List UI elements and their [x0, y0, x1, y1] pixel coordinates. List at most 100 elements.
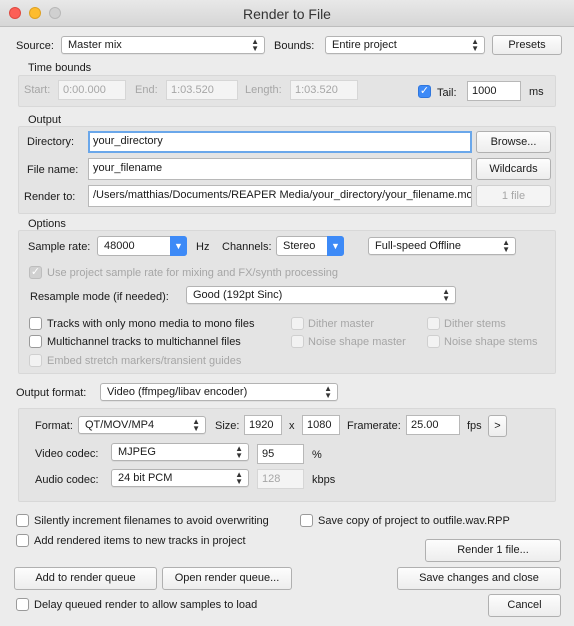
dither-stems-checkbox[interactable]: [427, 317, 440, 330]
directory-field[interactable]: your_directory: [88, 131, 472, 153]
hz-label: Hz: [196, 241, 210, 253]
cancel-button[interactable]: Cancel: [488, 594, 561, 617]
percent-label: %: [312, 449, 322, 461]
kbps-field[interactable]: 128: [257, 469, 304, 489]
size-label: Size:: [215, 420, 240, 432]
framerate-field[interactable]: 25.00: [406, 415, 460, 435]
add-to-queue-button[interactable]: Add to render queue: [14, 567, 157, 590]
end-label: End:: [135, 84, 158, 96]
format-label: Format:: [35, 420, 73, 432]
start-label: Start:: [24, 84, 51, 96]
noise-master-label: Noise shape master: [308, 336, 406, 348]
mono-checkbox[interactable]: [29, 317, 42, 330]
length-label: Length:: [245, 84, 282, 96]
output-format-value: Video (ffmpeg/libav encoder): [107, 386, 248, 398]
tail-unit: ms: [529, 86, 544, 98]
dither-master-label: Dither master: [308, 318, 375, 330]
open-queue-button[interactable]: Open render queue...: [162, 567, 292, 590]
audio-codec-select[interactable]: 24 bit PCM ▲ ▼: [111, 469, 249, 487]
resample-select[interactable]: Good (192pt Sinc) ▲ ▼: [186, 286, 456, 304]
tail-field[interactable]: 1000: [467, 81, 521, 101]
chevron-down-icon: ▼: [170, 236, 187, 256]
render-button[interactable]: Render 1 file...: [425, 539, 561, 562]
delay-render-checkbox[interactable]: [16, 598, 29, 611]
bounds-select[interactable]: Entire project ▲ ▼: [325, 36, 485, 54]
render-to-label: Render to:: [24, 191, 76, 203]
updown-icon: ▲ ▼: [442, 287, 450, 303]
directory-label: Directory:: [27, 136, 75, 148]
render-to-field[interactable]: /Users/matthias/Documents/REAPER Media/y…: [88, 185, 472, 207]
file-count-button[interactable]: 1 file: [476, 185, 551, 207]
resample-value: Good (192pt Sinc): [193, 289, 283, 301]
fps-label: fps: [467, 420, 482, 432]
height-field[interactable]: 1080: [302, 415, 340, 435]
channels-value: Stereo: [283, 240, 316, 252]
mono-label: Tracks with only mono media to mono file…: [47, 318, 255, 330]
video-codec-value: MJPEG: [118, 446, 156, 458]
output-format-select[interactable]: Video (ffmpeg/libav encoder) ▲ ▼: [100, 383, 338, 401]
source-label: Source:: [16, 40, 54, 52]
add-tracks-checkbox[interactable]: [16, 534, 29, 547]
updown-icon: ▲ ▼: [324, 384, 332, 400]
embed-checkbox[interactable]: [29, 354, 42, 367]
browse-button[interactable]: Browse...: [476, 131, 551, 153]
updown-icon: ▲ ▼: [235, 470, 243, 486]
quality-field[interactable]: 95: [257, 444, 304, 464]
save-copy-label: Save copy of project to outfile.wav.RPP: [318, 515, 510, 527]
tail-checkbox[interactable]: ✓: [418, 85, 431, 98]
embed-label: Embed stretch markers/transient guides: [47, 355, 242, 367]
options-title: Options: [28, 218, 66, 230]
audio-codec-label: Audio codec:: [35, 474, 99, 486]
filename-field[interactable]: your_filename: [88, 158, 472, 180]
updown-icon: ▲ ▼: [192, 417, 200, 433]
updown-icon: ▲ ▼: [251, 37, 259, 53]
dither-master-checkbox[interactable]: [291, 317, 304, 330]
render-speed-select[interactable]: Full-speed Offline ▲ ▼: [368, 237, 516, 255]
multichannel-label: Multichannel tracks to multichannel file…: [47, 336, 241, 348]
filename-label: File name:: [27, 164, 79, 176]
sample-rate-value: 48000: [104, 240, 135, 252]
width-field[interactable]: 1920: [244, 415, 282, 435]
format-select[interactable]: QT/MOV/MP4 ▲ ▼: [78, 416, 206, 434]
save-close-button[interactable]: Save changes and close: [397, 567, 561, 590]
kbps-label: kbps: [312, 474, 336, 486]
wildcards-button[interactable]: Wildcards: [476, 158, 551, 180]
bounds-value: Entire project: [332, 39, 397, 51]
tail-label: Tail:: [437, 87, 457, 99]
window-title: Render to File: [243, 6, 331, 22]
channels-select[interactable]: Stereo ▼: [276, 236, 344, 256]
audio-codec-value: 24 bit PCM: [118, 472, 173, 484]
delay-render-label: Delay queued render to allow samples to …: [34, 599, 258, 611]
updown-icon: ▲ ▼: [235, 444, 243, 460]
format-value: QT/MOV/MP4: [85, 419, 155, 431]
add-tracks-label: Add rendered items to new tracks in proj…: [34, 535, 246, 547]
more-options-button[interactable]: >: [488, 415, 507, 437]
updown-icon: ▲ ▼: [471, 37, 479, 53]
chevron-down-icon: ▼: [327, 236, 344, 256]
sample-rate-label: Sample rate:: [28, 241, 91, 253]
end-field[interactable]: 1:03.520: [166, 80, 238, 100]
time-bounds-title: Time bounds: [28, 62, 92, 74]
source-select[interactable]: Master mix ▲ ▼: [61, 36, 265, 54]
render-speed-value: Full-speed Offline: [375, 240, 462, 252]
use-project-rate-label: Use project sample rate for mixing and F…: [47, 267, 339, 279]
updown-icon: ▲ ▼: [502, 238, 510, 254]
start-field[interactable]: 0:00.000: [58, 80, 126, 100]
multichannel-checkbox[interactable]: [29, 335, 42, 348]
video-codec-label: Video codec:: [35, 448, 99, 460]
silently-increment-checkbox[interactable]: [16, 514, 29, 527]
presets-button[interactable]: Presets: [492, 35, 562, 55]
noise-master-checkbox[interactable]: [291, 335, 304, 348]
resample-label: Resample mode (if needed):: [30, 291, 169, 303]
size-x-label: x: [289, 420, 295, 432]
sample-rate-select[interactable]: 48000 ▼: [97, 236, 187, 256]
noise-stems-checkbox[interactable]: [427, 335, 440, 348]
length-field[interactable]: 1:03.520: [290, 80, 358, 100]
dither-stems-label: Dither stems: [444, 318, 506, 330]
use-project-rate-checkbox[interactable]: ✓: [29, 266, 42, 279]
source-value: Master mix: [68, 39, 122, 51]
save-copy-checkbox[interactable]: [300, 514, 313, 527]
video-codec-select[interactable]: MJPEG ▲ ▼: [111, 443, 249, 461]
noise-stems-label: Noise shape stems: [444, 336, 538, 348]
framerate-label: Framerate:: [347, 420, 401, 432]
